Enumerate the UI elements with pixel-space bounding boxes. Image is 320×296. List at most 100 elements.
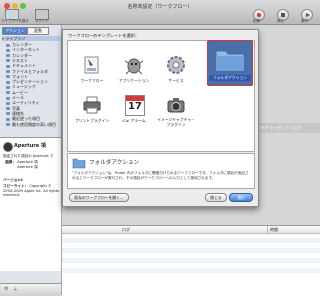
gear-icon[interactable]: ⚙ xyxy=(4,286,8,292)
aperture-icon xyxy=(3,142,13,152)
open-existing-workflow-button[interactable]: 既存のワークフローを開く... xyxy=(69,193,129,202)
library-item[interactable]: 最近使った項目 xyxy=(6,116,64,121)
template-application[interactable]: アプリケーション xyxy=(118,55,150,89)
library-item[interactable]: 最も使用頻度の高い項目 xyxy=(6,122,64,127)
category-icon xyxy=(6,112,10,116)
log-column-time[interactable]: 時間 xyxy=(270,227,278,233)
detail-row: Aperture 項 xyxy=(17,165,38,169)
library-item-label: テキスト xyxy=(12,57,28,63)
library-item-label: ムービー xyxy=(12,89,28,95)
workflow-hint: 動をドラッグしてくださ xyxy=(257,123,320,133)
library-bottom-bar: ⚙ ＋ xyxy=(0,283,61,296)
sheet-prompt: ワークフローのテンプレートを選択： xyxy=(68,33,140,38)
folder-icon xyxy=(215,50,245,72)
detail-description: 指定された項目の Aperture で xyxy=(3,154,54,158)
tab-variables[interactable]: 変数 xyxy=(27,27,49,35)
template-grid: ワークフロー アプリケーション サービス フォルダアクション プリントプラグイン… xyxy=(67,40,255,152)
template-service[interactable]: サービス xyxy=(162,55,190,89)
template-label: フォルダアクション xyxy=(209,75,251,81)
library-panel: アクション 変数 ▾ ライブラリ カレンダー インターネット カレンダー テキスト ドキ… xyxy=(0,25,64,296)
log-column-log[interactable]: ログ xyxy=(122,227,130,233)
template-print-plugin[interactable]: プリントプラグイン xyxy=(75,95,109,129)
category-icon xyxy=(6,107,10,111)
library-item[interactable]: ファイルとフォルダ xyxy=(6,69,64,74)
record-icon xyxy=(257,13,261,17)
library-item-label: ファイルとフォルダ xyxy=(12,68,48,74)
run-label: 実行 xyxy=(301,19,308,23)
library-item-label: 最も使用頻度の高い項目 xyxy=(12,121,56,127)
library-item[interactable]: インターネット xyxy=(6,47,64,52)
template-workflow[interactable]: ワークフロー xyxy=(78,55,106,89)
log-row xyxy=(62,258,320,263)
library-item[interactable]: ドキュメント xyxy=(6,63,64,68)
template-info-box: フォルダアクション "フォルダアクション"は、Finder 内のフォルダに関連付… xyxy=(67,153,255,189)
folder-small-icon xyxy=(72,158,86,169)
stop-label: 停止 xyxy=(277,19,284,23)
category-icon xyxy=(6,48,10,52)
library-item-label: カレンダー xyxy=(12,52,32,58)
category-icon xyxy=(6,85,10,89)
category-icon xyxy=(6,75,10,79)
category-icon xyxy=(6,80,10,84)
template-info-text: "フォルダアクション"は、Finder 内のフォルダに関連付けられるワークフロー… xyxy=(72,171,249,180)
log-row xyxy=(62,268,320,273)
play-icon xyxy=(306,12,310,17)
detail-row: バージョン： 1.0 xyxy=(3,178,25,182)
close-button[interactable]: 閉じる xyxy=(205,193,227,202)
calendar-day: 17 xyxy=(128,101,142,112)
template-label: イメージキャプチャ・プラグイン xyxy=(157,117,195,127)
category-icon xyxy=(6,43,10,47)
choose-button[interactable]: 選択 xyxy=(229,193,253,202)
detail-pane: Aperture 項 指定された項目の Aperture で 結果： Apert… xyxy=(0,137,61,271)
library-item[interactable]: ユーティリティ xyxy=(6,100,64,105)
template-sheet: ワークフローのテンプレートを選択： ワークフロー アプリケーション サービス フ… xyxy=(62,29,259,207)
library-item-label: ユーティリティ xyxy=(12,100,40,106)
log-row xyxy=(62,248,320,253)
template-image-capture-plugin[interactable]: イメージキャプチャ・プラグイン xyxy=(157,95,195,135)
template-label: ワークフロー xyxy=(80,78,104,83)
library-item-label: 写真 xyxy=(12,105,20,111)
column-divider xyxy=(267,226,268,233)
template-folder-action-selected[interactable]: フォルダアクション xyxy=(207,40,253,86)
window-titlebar: 名称未設定（ワークフロー） ライブラリを隠す メディア 記録 停止 実行 xyxy=(0,0,320,25)
disclosure-triangle-icon: ▾ xyxy=(2,36,5,41)
category-icon xyxy=(6,101,10,105)
template-label: プリントプラグイン xyxy=(74,118,110,123)
library-item-label: ミュージック xyxy=(12,84,36,90)
template-label: アプリケーション xyxy=(118,78,150,83)
hide-library-label: ライブラリを隠す xyxy=(1,19,29,23)
category-icon xyxy=(6,59,10,63)
library-item-label: インターネット xyxy=(12,47,40,53)
template-info-title: フォルダアクション xyxy=(89,160,140,166)
log-row xyxy=(62,238,320,243)
category-icon xyxy=(6,91,10,95)
tab-actions[interactable]: アクション xyxy=(2,27,28,35)
library-root[interactable]: ▾ ライブラリ xyxy=(2,36,60,41)
media-label: メディア xyxy=(35,19,49,23)
category-icon xyxy=(6,70,10,73)
library-item[interactable]: ムービー xyxy=(6,90,64,95)
printer-icon xyxy=(83,96,101,114)
library-item[interactable]: カレンダー xyxy=(6,53,64,58)
library-item[interactable]: ミュージック xyxy=(6,84,64,89)
category-icon xyxy=(6,96,10,100)
workflow-icon xyxy=(84,56,99,74)
category-icon xyxy=(6,123,10,126)
calendar-icon: 17 xyxy=(125,95,145,116)
application-icon xyxy=(124,58,144,75)
library-item-label: ドキュメント xyxy=(12,63,36,69)
detail-row: コピーライト： Copyright © 2004–2009 Apple Inc.… xyxy=(3,184,60,197)
template-label: サービス xyxy=(168,78,184,83)
category-icon xyxy=(6,64,10,68)
library-item[interactable]: 写真 xyxy=(6,106,64,111)
stop-icon xyxy=(281,13,285,17)
detail-title: Aperture 項 xyxy=(14,143,46,149)
camera-icon xyxy=(167,98,185,113)
library-item-label: 最近使った項目 xyxy=(12,116,40,122)
log-header: ログ 時間 xyxy=(62,226,320,234)
log-pane: ログ 時間 xyxy=(62,225,320,296)
library-item[interactable]: テキスト xyxy=(6,58,64,63)
add-icon[interactable]: ＋ xyxy=(13,286,18,293)
template-ical-alarm[interactable]: 17 iCal アラーム xyxy=(118,95,150,129)
category-icon xyxy=(6,117,10,121)
